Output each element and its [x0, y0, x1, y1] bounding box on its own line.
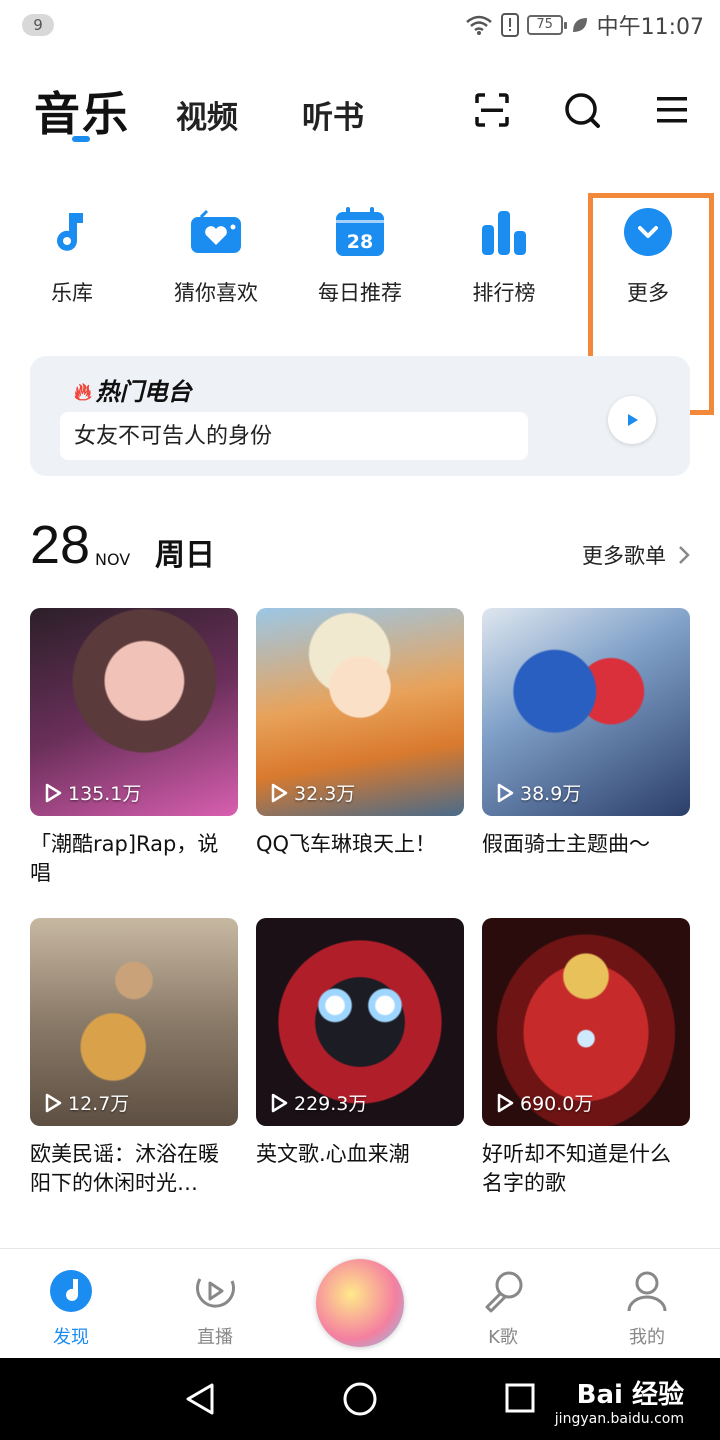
play-count: 12.7万 [44, 1089, 129, 1116]
nav-label: K歌 [488, 1327, 518, 1348]
top-nav: 音乐 视频 听书 [0, 70, 720, 150]
play-icon [497, 1093, 514, 1112]
nav-live[interactable]: 直播 [170, 1267, 260, 1349]
watermark-sub: jingyan.baidu.com [554, 1411, 684, 1427]
playlist-title: 好听却不知道是什么名字的歌 [482, 1142, 671, 1195]
playlist-title: 「潮酷rap]Rap，说唱 [30, 832, 219, 885]
playlist-cover: 32.3万 [256, 608, 464, 816]
date-day: 28 [30, 515, 91, 575]
quick-item-label: 乐库 [51, 281, 93, 305]
leaf-icon [572, 18, 587, 32]
home-icon[interactable] [342, 1381, 378, 1417]
microphone-icon [479, 1267, 527, 1315]
user-icon [623, 1267, 671, 1315]
active-tab-indicator [72, 136, 90, 142]
playlist-card[interactable]: 135.1万 「潮酷rap]Rap，说唱 [30, 608, 238, 888]
status-bar: 9 75 中午11:07 [0, 0, 720, 50]
hot-radio-title: 热门电台 [95, 378, 192, 406]
clock: 中午11:07 [596, 15, 704, 40]
battery-level: 75 [526, 15, 567, 35]
quick-item-label: 每日推荐 [318, 281, 402, 305]
nav-label: 直播 [197, 1327, 233, 1348]
discover-icon [47, 1267, 95, 1315]
nav-discover[interactable]: 发现 [26, 1267, 116, 1349]
play-count: 32.3万 [270, 779, 355, 806]
back-icon[interactable] [184, 1382, 216, 1416]
playlist-card[interactable]: 690.0万 好听却不知道是什么名字的歌 [482, 918, 690, 1198]
calendar-icon: 28 [333, 205, 387, 259]
recents-icon[interactable] [504, 1382, 536, 1414]
playlist-card[interactable]: 32.3万 QQ飞车琳琅天上！ [256, 608, 464, 859]
quick-item-label: 排行榜 [472, 281, 536, 305]
playlist-cover: 38.9万 [482, 608, 690, 816]
nav-karaoke[interactable]: K歌 [458, 1267, 548, 1349]
chevron-right-icon [679, 546, 690, 564]
quick-item-label: 猜你喜欢 [174, 281, 258, 305]
playlist-cover: 135.1万 [30, 608, 238, 816]
wifi-icon [465, 15, 492, 35]
center-play-button[interactable] [316, 1259, 404, 1347]
quick-item-guess-you-like[interactable]: 猜你喜欢 [156, 205, 276, 307]
tab-video[interactable]: 视频 [176, 92, 238, 137]
tab-audiobook[interactable]: 听书 [302, 92, 364, 137]
playlist-card[interactable]: 229.3万 英文歌.心血来潮 [256, 918, 464, 1169]
playlist-title: QQ飞车琳琅天上！ [256, 832, 437, 856]
calendar-badge: 28 [347, 231, 373, 253]
playlist-title: 假面骑士主题曲～ [482, 832, 650, 856]
nav-label: 我的 [629, 1327, 665, 1348]
play-count: 690.0万 [496, 1089, 593, 1116]
nav-me[interactable]: 我的 [602, 1267, 692, 1349]
play-icon [45, 783, 62, 802]
more-playlists-link[interactable]: 更多歌单 [582, 540, 690, 570]
hot-radio-card[interactable]: 🔥︎ 热门电台 女友不可告人的身份 [30, 356, 690, 476]
system-nav-bar: Bai 经验 jingyan.baidu.com [0, 1358, 720, 1440]
daily-header: 28 NOV 周日 更多歌单 [0, 510, 720, 580]
playlist-title: 英文歌.心血来潮 [256, 1142, 410, 1166]
playlist-card[interactable]: 12.7万 欧美民谣：沐浴在暖阳下的休闲时光… [30, 918, 238, 1198]
radio-heart-icon [189, 205, 243, 259]
music-note-icon [45, 205, 99, 259]
playlist-cover: 12.7万 [30, 918, 238, 1126]
play-icon [271, 783, 288, 802]
play-icon [271, 1093, 288, 1112]
tab-music[interactable]: 音乐 [34, 78, 130, 144]
playlist-cover: 229.3万 [256, 918, 464, 1126]
watermark-main: Bai 经验 [576, 1380, 684, 1410]
quick-item-library[interactable]: 乐库 [12, 205, 132, 307]
notification-count: 9 [22, 14, 54, 36]
date-weekday: 周日 [155, 538, 215, 573]
hot-radio-header: 🔥︎ 热门电台 [74, 372, 192, 407]
nav-label: 发现 [53, 1327, 89, 1348]
watermark: Bai 经验 jingyan.baidu.com [555, 1374, 684, 1427]
more-playlists-label: 更多歌单 [582, 544, 666, 568]
alert-icon [500, 13, 519, 37]
bottom-nav: 发现 直播 K歌 我的 [0, 1248, 720, 1358]
live-play-icon [191, 1267, 239, 1315]
quick-item-charts[interactable]: 排行榜 [444, 205, 564, 307]
play-icon [45, 1093, 62, 1112]
scan-icon[interactable] [472, 90, 512, 130]
playlist-cover: 690.0万 [482, 918, 690, 1126]
quick-item-daily-picks[interactable]: 28 每日推荐 [300, 205, 420, 307]
bar-chart-icon [477, 205, 531, 259]
playlist-card[interactable]: 38.9万 假面骑士主题曲～ [482, 608, 690, 859]
play-count: 135.1万 [44, 779, 141, 806]
radio-item[interactable]: 女友不可告人的身份 [60, 412, 528, 460]
search-icon[interactable] [562, 90, 602, 130]
status-right: 75 中午11:07 [465, 10, 704, 40]
play-icon[interactable] [608, 396, 656, 444]
date-month: NOV [95, 550, 131, 569]
play-count: 38.9万 [496, 779, 581, 806]
playlist-title: 欧美民谣：沐浴在暖阳下的休闲时光… [30, 1142, 219, 1195]
flame-icon: 🔥︎ [74, 378, 92, 406]
play-count: 229.3万 [270, 1089, 367, 1116]
play-icon [497, 783, 514, 802]
menu-icon[interactable] [652, 90, 692, 130]
